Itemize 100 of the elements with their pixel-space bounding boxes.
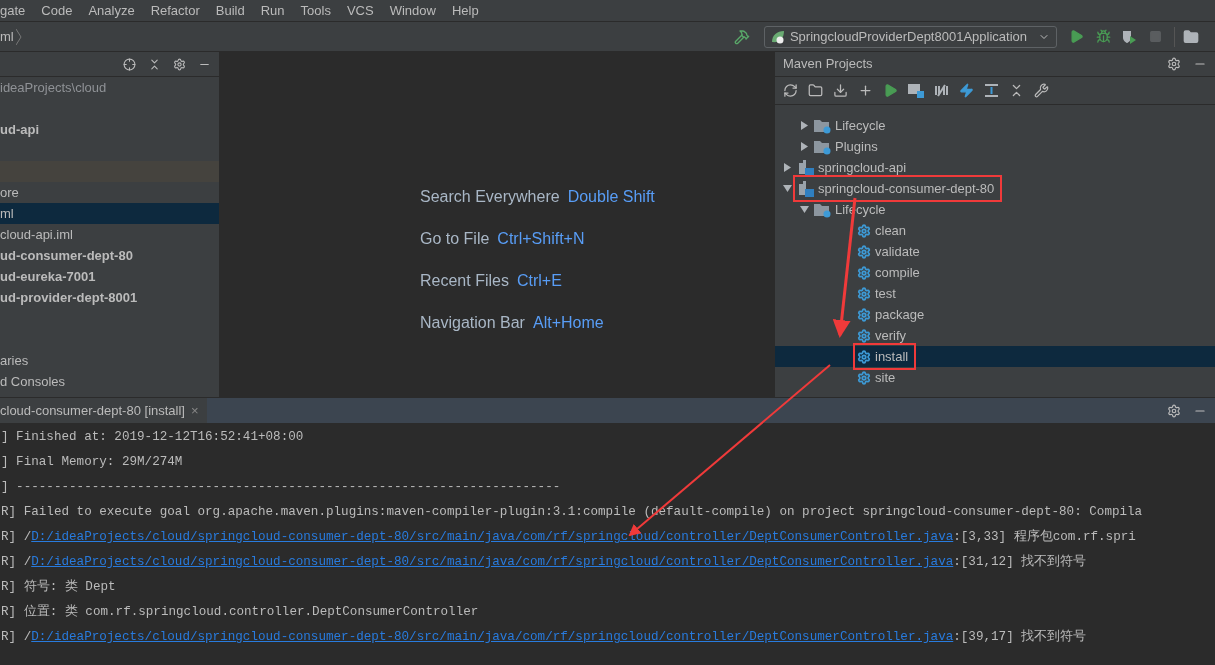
console-text: R] 符号: 类 Dept <box>1 578 116 597</box>
wrench-icon[interactable] <box>1034 83 1049 98</box>
tab-title: cloud-consumer-dept-80 [install] <box>0 401 185 420</box>
show-dependencies-icon[interactable] <box>984 83 999 98</box>
tree-item-text: package <box>875 305 925 324</box>
tree-row[interactable]: Plugins <box>775 136 1215 157</box>
project-tree-item[interactable]: aries <box>0 350 219 371</box>
gear-icon <box>857 286 871 301</box>
project-tree-item[interactable]: cloud-api.iml <box>0 224 219 245</box>
gear-icon <box>857 244 871 259</box>
project-tree-item[interactable]: ud-api <box>0 119 219 140</box>
gear-icon <box>857 265 871 280</box>
project-tree-item[interactable]: d Consoles <box>0 371 219 392</box>
tree-row[interactable]: springcloud-api <box>775 157 1215 178</box>
tree-item-text: site <box>875 368 896 387</box>
selected-tree-row[interactable]: install <box>775 346 1215 367</box>
settings-icon[interactable] <box>1167 57 1181 71</box>
gear-icon <box>857 223 871 238</box>
chevron-icon <box>15 28 22 45</box>
gear-icon <box>857 349 871 364</box>
menu-item[interactable]: Analyze <box>80 0 143 21</box>
tree-item-text: verify <box>875 326 907 345</box>
toggle-offline-icon[interactable] <box>934 83 949 98</box>
menu-item[interactable]: VCS <box>338 0 382 21</box>
debug-icon[interactable] <box>1096 29 1111 44</box>
settings-icon[interactable] <box>1167 403 1181 418</box>
run-configuration-dropdown[interactable]: SpringcloudProviderDept8001Application <box>763 25 1057 48</box>
shortcut-text: Alt+Home <box>532 312 604 333</box>
tree-row[interactable]: site <box>775 367 1215 388</box>
project-tree-item[interactable]: ml <box>0 203 219 224</box>
console-text: R] 位置: 类 com.rf.springcloud.controller.DeptConsumerController <box>1 603 479 622</box>
menu-item[interactable]: Run <box>252 0 293 21</box>
hammer-icon[interactable] <box>733 28 750 45</box>
close-tab-button[interactable]: × <box>191 400 199 421</box>
hint-label: Search Everywhere <box>420 186 560 207</box>
hint-label: Navigation Bar <box>420 312 525 333</box>
menu-item[interactable]: Code <box>33 0 81 21</box>
file-link[interactable]: D:/ideaProjects/cloud/springcloud-consumer-dept-80/src/main/java/com/rf/springcloud/controller/DeptConsumerController.java <box>31 553 954 572</box>
collapsed-arrow-icon[interactable] <box>800 142 809 151</box>
project-tree-item[interactable]: ud-provider-dept-8001 <box>0 287 219 308</box>
shield-play-icon[interactable] <box>1121 28 1137 45</box>
console-text: :[39,17] 找不到符号 <box>953 628 1087 647</box>
console-text: ] Finished at: 2019-12-12T16:52:41+08:00 <box>1 429 304 447</box>
menu-item[interactable]: Refactor <box>142 0 208 21</box>
tree-item-text: compile <box>875 263 920 282</box>
hint-label: Recent Files <box>420 270 509 291</box>
tree-item-text: clean <box>875 221 907 240</box>
locate-icon[interactable] <box>123 57 136 71</box>
tree-item-text: springcloud-consumer-dept-80 <box>818 179 995 198</box>
hint-label: Go to File <box>420 228 490 249</box>
menu-item[interactable]: gate <box>0 0 34 21</box>
shortcut-text: Double Shift <box>567 186 655 207</box>
menu-item[interactable]: Help <box>443 0 487 21</box>
module-icon <box>797 180 814 197</box>
menu-item[interactable]: Window <box>381 0 444 21</box>
file-link[interactable]: D:/ideaProjects/cloud/springcloud-consumer-dept-80/src/main/java/com/rf/springcloud/controller/DeptConsumerController.java <box>31 528 954 547</box>
shortcut-text: Ctrl+E <box>516 270 562 291</box>
project-tree-item[interactable]: ud-eureka-7001 <box>0 266 219 287</box>
add-icon[interactable] <box>858 83 873 98</box>
project-tree-item[interactable]: ideaProjects\cloud <box>0 77 219 98</box>
console-text: ] Final Memory: 29M/274M <box>1 454 183 472</box>
console-text: :[3,33] 程序包com.rf.spri <box>953 528 1136 547</box>
lightning-icon[interactable] <box>959 83 974 98</box>
collapsed-arrow-icon[interactable] <box>800 121 809 130</box>
project-tree-item[interactable]: ud-consumer-dept-80 <box>0 245 219 266</box>
tree-row[interactable]: verify <box>775 325 1215 346</box>
console-text: R] / <box>1 529 32 547</box>
folder-icon[interactable] <box>1183 28 1199 45</box>
tree-row[interactable]: package <box>775 304 1215 325</box>
folder-gear-icon <box>814 138 831 155</box>
tree-row[interactable]: compile <box>775 262 1215 283</box>
project-tree-item[interactable]: ore <box>0 182 219 203</box>
collapse-icon[interactable] <box>148 57 161 71</box>
expanded-arrow-icon[interactable] <box>783 184 792 193</box>
tree-row[interactable]: springcloud-consumer-dept-80 <box>775 178 1215 199</box>
refresh-icon[interactable] <box>783 83 798 98</box>
tree-row[interactable]: clean <box>775 220 1215 241</box>
tree-item-text: springcloud-api <box>818 158 907 177</box>
breadcrumb[interactable]: ml <box>0 26 14 47</box>
tree-row[interactable]: Lifecycle <box>775 115 1215 136</box>
console-tab[interactable]: cloud-consumer-dept-80 [install] × <box>0 398 207 423</box>
collapsed-arrow-icon[interactable] <box>783 163 792 172</box>
console-text: R] / <box>1 629 32 647</box>
tree-row[interactable]: validate <box>775 241 1215 262</box>
run-icon[interactable] <box>883 83 898 98</box>
folder-gear-icon <box>814 201 831 218</box>
download-icon[interactable] <box>833 83 848 98</box>
run-icon[interactable] <box>1069 29 1084 44</box>
folder-gear-icon <box>814 117 831 134</box>
settings-icon[interactable] <box>173 57 186 71</box>
tree-row[interactable]: test <box>775 283 1215 304</box>
console-text: :[31,12] 找不到符号 <box>953 553 1087 572</box>
file-link[interactable]: D:/ideaProjects/cloud/springcloud-consumer-dept-80/src/main/java/com/rf/springcloud/controller/DeptConsumerController.java <box>31 628 954 647</box>
menu-item[interactable]: Tools <box>292 0 339 21</box>
menu-item[interactable]: Build <box>207 0 253 21</box>
maven-goal-icon[interactable] <box>908 83 924 98</box>
leaf-icon <box>770 29 785 44</box>
expanded-arrow-icon[interactable] <box>800 205 809 214</box>
console-text: ] ------------------------------------------------------------------------ <box>1 479 561 497</box>
panel-title: Maven Projects <box>783 55 873 74</box>
